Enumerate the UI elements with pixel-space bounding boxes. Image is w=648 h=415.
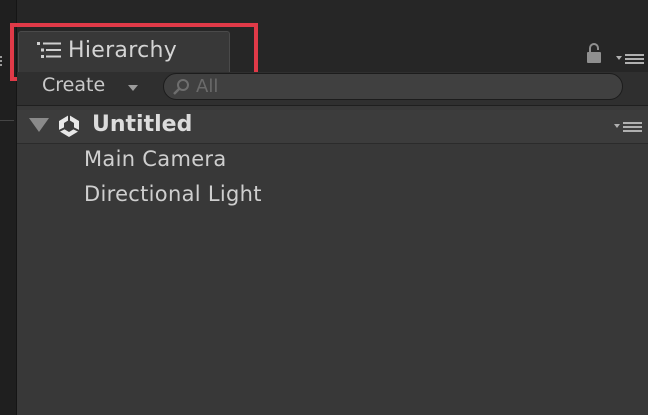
hierarchy-toolbar: Create	[17, 72, 648, 106]
tab-hierarchy[interactable]: Hierarchy	[18, 31, 230, 73]
tab-label: Hierarchy	[68, 38, 178, 63]
chevron-down-icon[interactable]	[128, 85, 138, 91]
foldout-arrow-icon[interactable]	[29, 118, 49, 132]
search-field[interactable]	[163, 73, 623, 100]
hierarchy-item-directional-light[interactable]: Directional Light	[84, 182, 262, 206]
scene-name: Untitled	[92, 112, 193, 137]
adjacent-panel-edge	[0, 0, 17, 415]
create-button[interactable]: Create	[42, 74, 105, 96]
lock-icon[interactable]	[586, 42, 602, 64]
scene-menu-icon[interactable]	[613, 120, 643, 134]
hierarchy-panel: Create Untitled Main Camera Directional	[17, 72, 648, 415]
search-input[interactable]	[196, 74, 596, 99]
search-icon	[173, 79, 189, 95]
context-menu-icon[interactable]	[615, 52, 645, 66]
scene-row[interactable]: Untitled	[17, 110, 648, 144]
hierarchy-list-icon	[37, 42, 61, 58]
hierarchy-item-main-camera[interactable]: Main Camera	[84, 147, 227, 171]
drag-handle-icon	[0, 56, 6, 66]
unity-logo-icon	[58, 115, 80, 137]
divider	[0, 120, 14, 121]
